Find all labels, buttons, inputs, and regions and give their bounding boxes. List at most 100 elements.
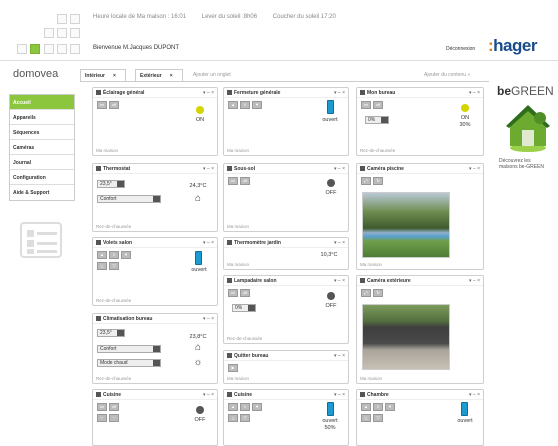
widget-camera-piscine: Caméra piscine ▾ – × ⤢ ↻ Ma maison (356, 163, 484, 270)
shutter-up-step-button[interactable]: △ (361, 414, 371, 422)
add-content-link[interactable]: Ajouter du contenu » (424, 72, 470, 78)
begreen-logo: beGREEN (497, 84, 554, 98)
sidebar-item-accueil[interactable]: Accueil (10, 95, 74, 110)
local-time: Heure locale de Ma maison : 16:01 (93, 14, 187, 20)
sidebar-item-configuration[interactable]: Configuration (10, 170, 74, 185)
widget-controls[interactable]: ▾ – × (334, 392, 345, 398)
status-light-icon (461, 104, 469, 112)
shutter-up-step-button[interactable]: △ (97, 262, 107, 270)
level-value: 30% (459, 122, 471, 128)
status-value: ouvert (191, 267, 207, 273)
widget-location: Rez-de-chaussée (96, 298, 132, 303)
widget-controls[interactable]: ▾ – × (469, 166, 480, 172)
widget-controls[interactable]: ▾ – × (203, 90, 214, 96)
widget-controls[interactable]: ▾ – × (334, 240, 345, 246)
ad-description[interactable]: Découvrez les maisons be-GREEN (499, 158, 544, 170)
mode-select[interactable]: Confort (97, 345, 161, 353)
off-button[interactable]: off (109, 403, 119, 411)
widget-controls[interactable]: ▾ – × (469, 278, 480, 284)
widget-location: Ma maison (227, 262, 250, 267)
sidebar-item-appareils[interactable]: Appareils (10, 110, 74, 125)
setpoint-select[interactable]: 23,5° (97, 180, 125, 188)
shutter-up-button[interactable]: ▲ (97, 251, 107, 259)
widget-controls[interactable]: ▾ – × (203, 240, 214, 246)
mode-select[interactable]: Confort (97, 195, 161, 203)
app-name: domovea (13, 68, 59, 80)
tab-interieur[interactable]: Intérieur × (80, 69, 126, 81)
shutter-state-icon (195, 251, 202, 265)
dim-up-button[interactable]: + (97, 414, 107, 422)
status-light-icon (196, 406, 204, 414)
widget-chambre: Chambre ▾ – × ▲ ‖ ▼ △ ▽ ouvert (356, 389, 484, 446)
shutter-down-button[interactable]: ▼ (252, 101, 262, 109)
off-button[interactable]: off (240, 289, 250, 297)
add-tab-link[interactable]: Ajouter un onglet (193, 72, 231, 78)
widget-controls[interactable]: ▾ – × (334, 90, 345, 96)
shutter-stop-button[interactable]: ‖ (109, 251, 119, 259)
sidebar-item-aide[interactable]: Aide & Support (10, 185, 74, 200)
status-value: OFF (325, 190, 337, 196)
refresh-button[interactable]: ↻ (373, 289, 383, 297)
widget-thermometre: Thermomètre jardin ▾ – × 10,3°C Ma maison (223, 237, 349, 270)
shutter-down-step-button[interactable]: ▽ (240, 414, 250, 422)
list-view-icon[interactable] (20, 222, 62, 258)
green-house-icon[interactable] (500, 100, 556, 154)
shutter-stop-button[interactable]: ‖ (373, 403, 383, 411)
shutter-down-button[interactable]: ▼ (121, 251, 131, 259)
on-button[interactable]: on (97, 101, 107, 109)
on-button[interactable]: on (97, 403, 107, 411)
shutter-up-button[interactable]: ▲ (361, 403, 371, 411)
shutter-up-button[interactable]: ▲ (228, 101, 238, 109)
off-button[interactable]: off (109, 101, 119, 109)
sidebar-item-journal[interactable]: Journal (10, 155, 74, 170)
widget-controls[interactable]: ▾ – × (469, 392, 480, 398)
heat-mode-select[interactable]: Mode chaud (97, 359, 161, 367)
header-info: Heure locale de Ma maison : 16:01 Lever … (93, 14, 350, 20)
shutter-state-icon (461, 402, 468, 416)
shutter-up-step-button[interactable]: △ (228, 414, 238, 422)
on-button[interactable]: on (361, 101, 371, 109)
sidebar-item-cameras[interactable]: Caméras (10, 140, 74, 155)
bulb-icon (96, 392, 101, 397)
widget-controls[interactable]: ▾ – × (203, 316, 214, 322)
status-value: OFF (194, 417, 206, 423)
close-icon[interactable]: × (113, 73, 116, 79)
shutter-down-button[interactable]: ▼ (385, 403, 395, 411)
widget-controls[interactable]: ▾ – × (334, 278, 345, 284)
widget-controls[interactable]: ▾ – × (203, 392, 214, 398)
pool-camera-image[interactable] (362, 192, 450, 258)
shutter-stop-button[interactable]: ‖ (240, 403, 250, 411)
close-icon[interactable]: × (170, 73, 173, 79)
widget-controls[interactable]: ▾ – × (203, 166, 214, 172)
play-scene-button[interactable]: ▶ (228, 364, 238, 372)
exterior-camera-image[interactable] (362, 304, 450, 370)
on-button[interactable]: on (228, 289, 238, 297)
logout-link[interactable]: Déconnexion (446, 46, 475, 52)
widget-controls[interactable]: ▾ – × (334, 353, 345, 359)
off-button[interactable]: off (373, 101, 383, 109)
home-mode-icon: ⌂ (194, 193, 202, 204)
shutter-up-button[interactable]: ▲ (228, 403, 238, 411)
sunrise-time: Lever du soleil :8h06 (201, 14, 258, 20)
sidebar-item-sequences[interactable]: Séquences (10, 125, 74, 140)
shutter-down-step-button[interactable]: ▽ (373, 414, 383, 422)
level-value: 50% (324, 425, 336, 431)
refresh-button[interactable]: ↻ (373, 177, 383, 185)
zoom-button[interactable]: ⤢ (361, 177, 371, 185)
dim-down-button[interactable]: − (109, 414, 119, 422)
dimmer-select[interactable]: 0% (365, 116, 389, 124)
dimmer-select[interactable]: 0% (232, 304, 256, 312)
shutter-down-step-button[interactable]: ▽ (109, 262, 119, 270)
widget-controls[interactable]: ▾ – × (334, 166, 345, 172)
shutter-stop-button[interactable]: ‖ (240, 101, 250, 109)
widget-controls[interactable]: ▾ – × (469, 90, 480, 96)
zoom-button[interactable]: ⤢ (361, 289, 371, 297)
setpoint-select[interactable]: 23,5° (97, 329, 125, 337)
tab-exterieur[interactable]: Extérieur × (135, 69, 183, 81)
sidebar-nav: Accueil Appareils Séquences Caméras Jour… (9, 94, 75, 201)
widget-eclairage: Éclairage général ▾ – × on off ON Ma mais… (92, 87, 218, 156)
off-button[interactable]: off (240, 177, 250, 185)
shutter-down-button[interactable]: ▼ (252, 403, 262, 411)
on-button[interactable]: on (228, 177, 238, 185)
shutter-icon (360, 392, 365, 397)
